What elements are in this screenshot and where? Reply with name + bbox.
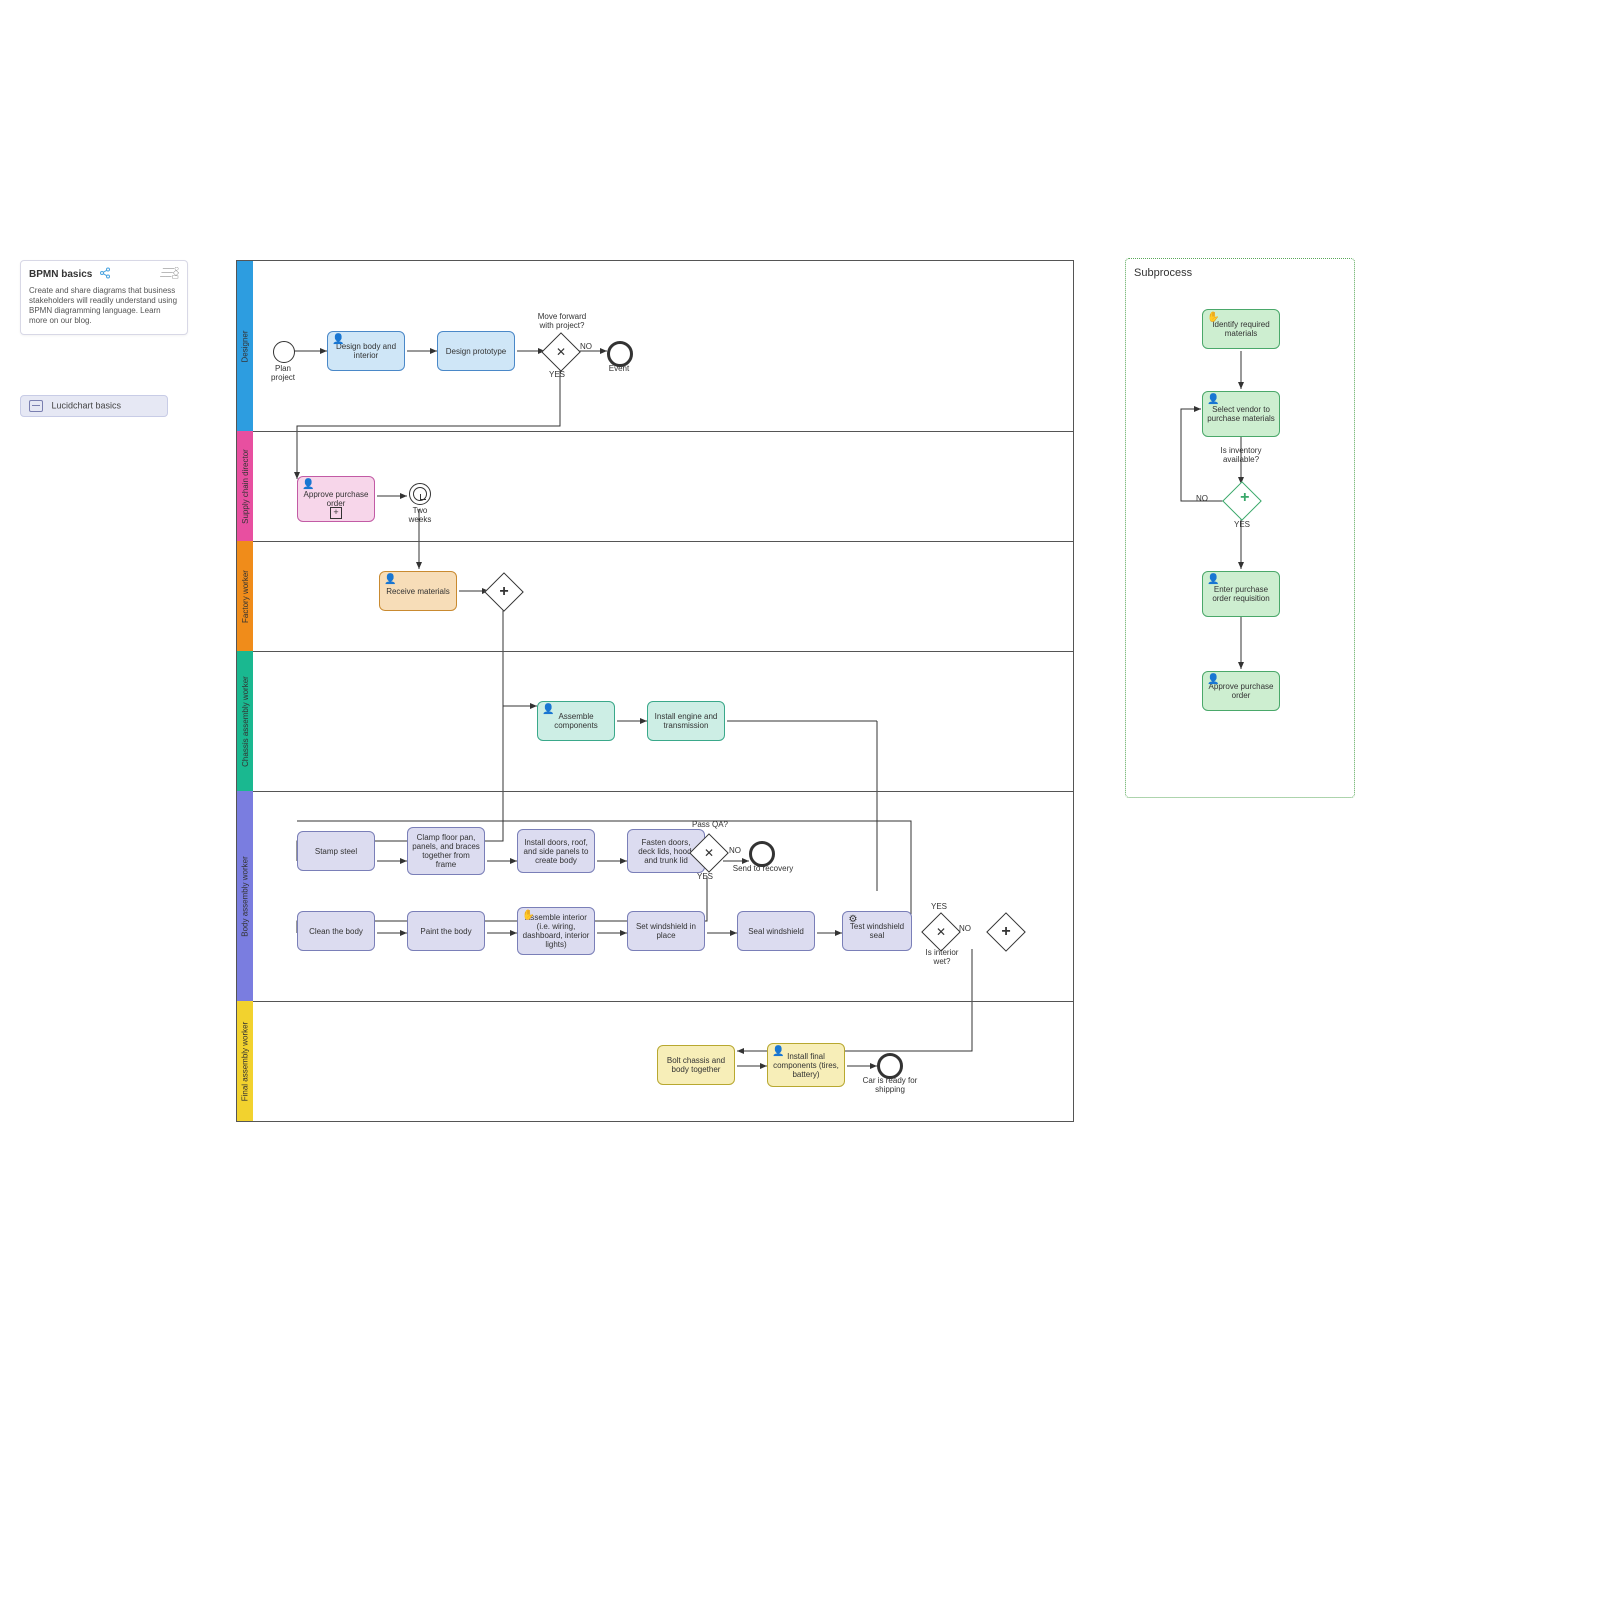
- lane-body-assembly[interactable]: Body assembly worker Stamp steel Clamp f…: [237, 791, 1073, 1002]
- lane-label-designer: Designer: [237, 261, 253, 431]
- task-install-doors[interactable]: Install doors, roof, and side panels to …: [517, 829, 595, 873]
- card-description: Create and share diagrams that business …: [29, 286, 179, 326]
- lane-label-factory: Factory worker: [237, 541, 253, 651]
- user-icon: 👤: [1207, 675, 1219, 685]
- gateway-move-forward[interactable]: [541, 332, 581, 372]
- subprocess-container[interactable]: Subprocess ✋ Identify required materials…: [1125, 258, 1355, 798]
- gateway-label-pass-qa: Pass QA?: [685, 821, 735, 830]
- task-assemble-interior[interactable]: ✋ Assemble interior (i.e. wiring, dashbo…: [517, 907, 595, 955]
- timer-event-two-weeks[interactable]: [409, 483, 431, 505]
- user-icon: 👤: [302, 480, 314, 490]
- gateway-inventory-available[interactable]: [1222, 481, 1262, 521]
- gateway-branch-yes-wet: YES: [931, 903, 947, 912]
- task-approve-po[interactable]: 👤 Approve purchase order +: [297, 476, 375, 522]
- gateway-label-interior-wet: Is interior wet?: [917, 949, 967, 967]
- task-seal-windshield[interactable]: Seal windshield: [737, 911, 815, 951]
- card-flow-icon: ──○──◇──▭: [160, 267, 179, 279]
- service-icon: ⚙: [847, 915, 859, 925]
- start-event-plan-project[interactable]: [273, 341, 295, 363]
- user-icon: 👤: [1207, 395, 1219, 405]
- lucidchart-basics-button[interactable]: Lucidchart basics: [20, 395, 168, 417]
- canvas: BPMN basics ──○──◇──▭ Create and share d…: [0, 0, 1600, 1600]
- task-design-body[interactable]: 👤 Design body and interior: [327, 331, 405, 371]
- task-design-prototype[interactable]: Design prototype: [437, 331, 515, 371]
- end-event-label: Event: [602, 365, 636, 374]
- user-icon: 👤: [1207, 575, 1219, 585]
- gateway-branch-no-wet: NO: [959, 925, 971, 934]
- manual-icon: ✋: [522, 911, 534, 921]
- lane-final-assembly[interactable]: Final assembly worker Bolt chassis and b…: [237, 1001, 1073, 1121]
- task-approve-po-sub[interactable]: 👤 Approve purchase order: [1202, 671, 1280, 711]
- gateway-interior-wet[interactable]: [921, 912, 961, 952]
- task-select-vendor[interactable]: 👤 Select vendor to purchase materials: [1202, 391, 1280, 437]
- presentation-icon: [29, 400, 43, 412]
- lane-label-final: Final assembly worker: [237, 1001, 253, 1121]
- gateway-branch-no-qa: NO: [729, 847, 741, 856]
- subprocess-title: Subprocess: [1134, 267, 1346, 279]
- lane-designer[interactable]: Designer Plan project 👤 Design body and …: [237, 261, 1073, 432]
- task-identify-materials[interactable]: ✋ Identify required materials: [1202, 309, 1280, 349]
- task-enter-por[interactable]: 👤 Enter purchase order requisition: [1202, 571, 1280, 617]
- task-stamp-steel[interactable]: Stamp steel: [297, 831, 375, 871]
- end-event-recovery-label: Send to recovery: [729, 865, 797, 874]
- task-install-engine[interactable]: Install engine and transmission: [647, 701, 725, 741]
- gateway-branch-no-inv: NO: [1196, 495, 1208, 504]
- lane-chassis-assembly[interactable]: Chassis assembly worker 👤 Assemble compo…: [237, 651, 1073, 792]
- lane-label-chassis: Chassis assembly worker: [237, 651, 253, 791]
- end-event-car-ready-label: Car is ready for shipping: [855, 1077, 925, 1095]
- task-install-final[interactable]: 👤 Install final components (tires, batte…: [767, 1043, 845, 1087]
- share-icon: [99, 267, 111, 282]
- lane-factory-worker[interactable]: Factory worker 👤 Receive materials: [237, 541, 1073, 652]
- gateway-branch-yes-inv: YES: [1234, 521, 1250, 530]
- timer-event-label: Two weeks: [403, 507, 437, 525]
- gateway-branch-yes: YES: [549, 371, 565, 380]
- task-clamp-floor[interactable]: Clamp floor pan, panels, and braces toge…: [407, 827, 485, 875]
- lane-label-body: Body assembly worker: [237, 791, 253, 1001]
- manual-icon: ✋: [1207, 313, 1219, 323]
- subprocess-marker-icon: +: [330, 507, 342, 519]
- gateway-branch-yes-qa: YES: [697, 873, 713, 882]
- bpmn-pool[interactable]: Designer Plan project 👤 Design body and …: [236, 260, 1074, 1122]
- lane-supply-chain[interactable]: Supply chain director 👤 Approve purchase…: [237, 431, 1073, 542]
- lane-label-supply: Supply chain director: [237, 431, 253, 541]
- start-event-label: Plan project: [263, 365, 303, 383]
- gateway-label-inventory: Is inventory available?: [1206, 447, 1276, 465]
- pill-label: Lucidchart basics: [52, 400, 122, 410]
- task-receive-materials[interactable]: 👤 Receive materials: [379, 571, 457, 611]
- user-icon: 👤: [542, 705, 554, 715]
- card-title: BPMN basics: [29, 269, 92, 280]
- task-test-windshield[interactable]: ⚙ Test windshield seal: [842, 911, 912, 951]
- gateway-parallel-split[interactable]: [484, 572, 524, 612]
- task-set-windshield[interactable]: Set windshield in place: [627, 911, 705, 951]
- user-icon: 👤: [384, 575, 396, 585]
- task-paint-body[interactable]: Paint the body: [407, 911, 485, 951]
- bpmn-basics-card[interactable]: BPMN basics ──○──◇──▭ Create and share d…: [20, 260, 188, 335]
- gateway-parallel-merge[interactable]: [986, 912, 1026, 952]
- task-bolt-chassis[interactable]: Bolt chassis and body together: [657, 1045, 735, 1085]
- gateway-branch-no: NO: [580, 343, 592, 352]
- gateway-label-move-forward: Move forward with project?: [527, 313, 597, 331]
- user-icon: 👤: [332, 335, 344, 345]
- user-icon: 👤: [772, 1047, 784, 1057]
- task-clean-body[interactable]: Clean the body: [297, 911, 375, 951]
- task-assemble-components[interactable]: 👤 Assemble components: [537, 701, 615, 741]
